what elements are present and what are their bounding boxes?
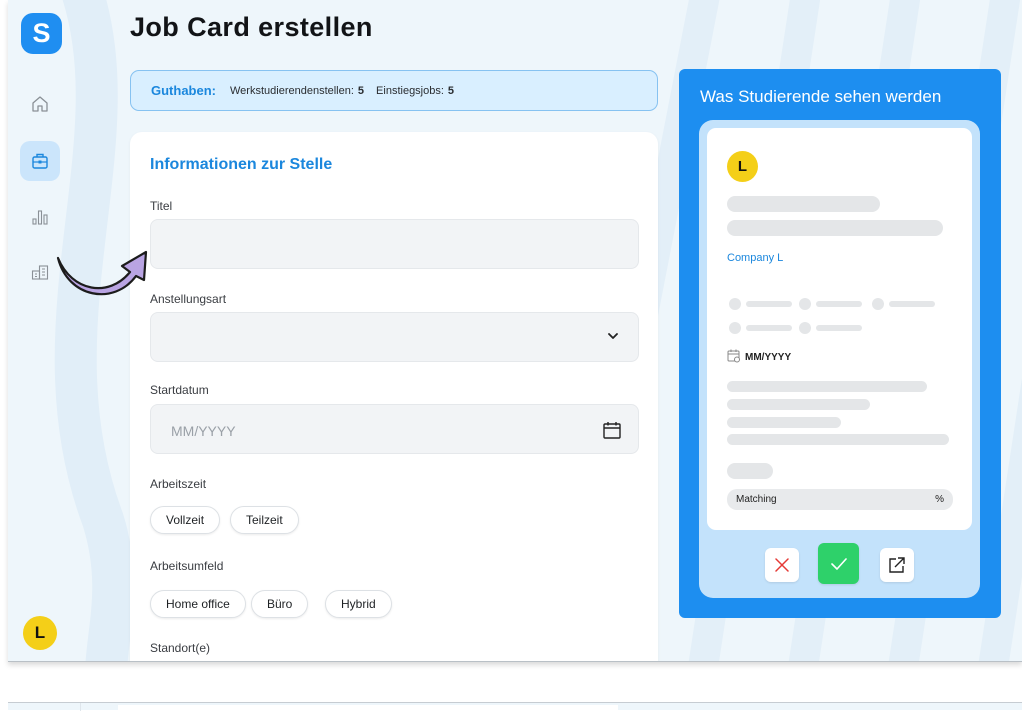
skeleton-pill <box>727 463 773 479</box>
employment-type-select[interactable] <box>150 312 639 362</box>
sidebar-item-jobs[interactable] <box>20 141 60 181</box>
skeleton-dot <box>799 298 811 310</box>
sidebar-item-home[interactable] <box>20 84 60 124</box>
skeleton-line <box>727 434 949 445</box>
external-link-icon <box>889 557 905 573</box>
preview-job-card: L Company L MM/YYYY Matching % <box>707 128 972 530</box>
title-input[interactable] <box>150 219 639 269</box>
reject-button[interactable] <box>765 548 799 582</box>
skeleton-dot <box>729 298 741 310</box>
next-window-strip <box>8 702 1022 711</box>
chip-buero[interactable]: Büro <box>251 590 309 618</box>
skeleton-line <box>746 325 792 331</box>
chip-vollzeit[interactable]: Vollzeit <box>150 506 221 534</box>
skeleton-line <box>727 381 927 392</box>
skeleton-line <box>816 301 862 307</box>
credit-item2-label: Einstiegsjobs: <box>376 84 444 97</box>
page-title: Job Card erstellen <box>130 12 373 42</box>
accept-button[interactable] <box>818 543 859 584</box>
home-icon <box>32 96 48 112</box>
calendar-icon <box>727 349 740 363</box>
form-edge <box>118 705 618 711</box>
sidebar: S L <box>8 0 88 661</box>
student-preview-panel: Was Studierende sehen werden L Company L <box>679 69 1001 618</box>
preview-date: MM/YYYY <box>745 352 792 363</box>
skeleton-line <box>889 301 935 307</box>
company-avatar: L <box>727 151 758 182</box>
open-details-button[interactable] <box>880 548 914 582</box>
skeleton-dot <box>799 322 811 334</box>
tutorial-pointer-arrow-icon <box>56 250 148 296</box>
skeleton-line <box>746 301 792 307</box>
start-date-label: Startdatum <box>150 383 209 397</box>
credit-item2-value: 5 <box>447 84 455 97</box>
preview-title: Was Studierende sehen werden <box>700 87 942 106</box>
app-window: S L Job Card erstellen Guthaben: Werkstu… <box>8 0 1022 662</box>
sidebar-item-analytics[interactable] <box>20 197 60 237</box>
section-title: Informationen zur Stelle <box>150 156 333 173</box>
skeleton-line <box>727 220 943 236</box>
employment-type-label: Anstellungsart <box>150 292 227 306</box>
start-date-input[interactable]: MM/YYYY <box>150 404 639 454</box>
skeleton-dot <box>729 322 741 334</box>
title-label: Titel <box>150 199 173 213</box>
chip-hybrid[interactable]: Hybrid <box>325 590 392 618</box>
preview-container: L Company L MM/YYYY Matching % <box>699 120 980 598</box>
app-logo[interactable]: S <box>21 13 62 54</box>
credit-banner: Guthaben: Werkstudierendenstellen: 5 Ein… <box>130 70 658 111</box>
start-date-placeholder: MM/YYYY <box>171 423 236 439</box>
check-icon <box>830 557 847 570</box>
matching-label: Matching <box>736 494 777 505</box>
company-name: Company L <box>727 252 784 264</box>
matching-unit: % <box>935 494 944 505</box>
chevron-down-icon <box>608 333 618 339</box>
user-avatar[interactable]: L <box>23 616 57 650</box>
close-icon <box>775 558 789 572</box>
skeleton-line <box>816 325 862 331</box>
credit-item1-value: 5 <box>357 84 365 97</box>
chip-home-office[interactable]: Home office <box>150 590 246 618</box>
calendar-icon[interactable] <box>602 420 622 440</box>
buildings-icon <box>31 265 49 280</box>
bar-chart-icon <box>32 210 48 225</box>
matching-bar: Matching % <box>727 489 953 510</box>
workplace-label: Arbeitsumfeld <box>150 559 224 573</box>
credit-item1-label: Werkstudierendenstellen: <box>230 84 354 97</box>
briefcase-icon <box>32 153 48 169</box>
job-form: Informationen zur Stelle Titel Anstellun… <box>130 132 658 661</box>
skeleton-line <box>727 417 841 428</box>
location-label: Standort(e) <box>150 641 211 655</box>
skeleton-line <box>727 399 870 410</box>
worktime-label: Arbeitszeit <box>150 477 207 491</box>
credit-label: Guthaben: <box>151 83 216 98</box>
skeleton-line <box>727 196 880 212</box>
chip-teilzeit[interactable]: Teilzeit <box>230 506 299 534</box>
skeleton-dot <box>872 298 884 310</box>
